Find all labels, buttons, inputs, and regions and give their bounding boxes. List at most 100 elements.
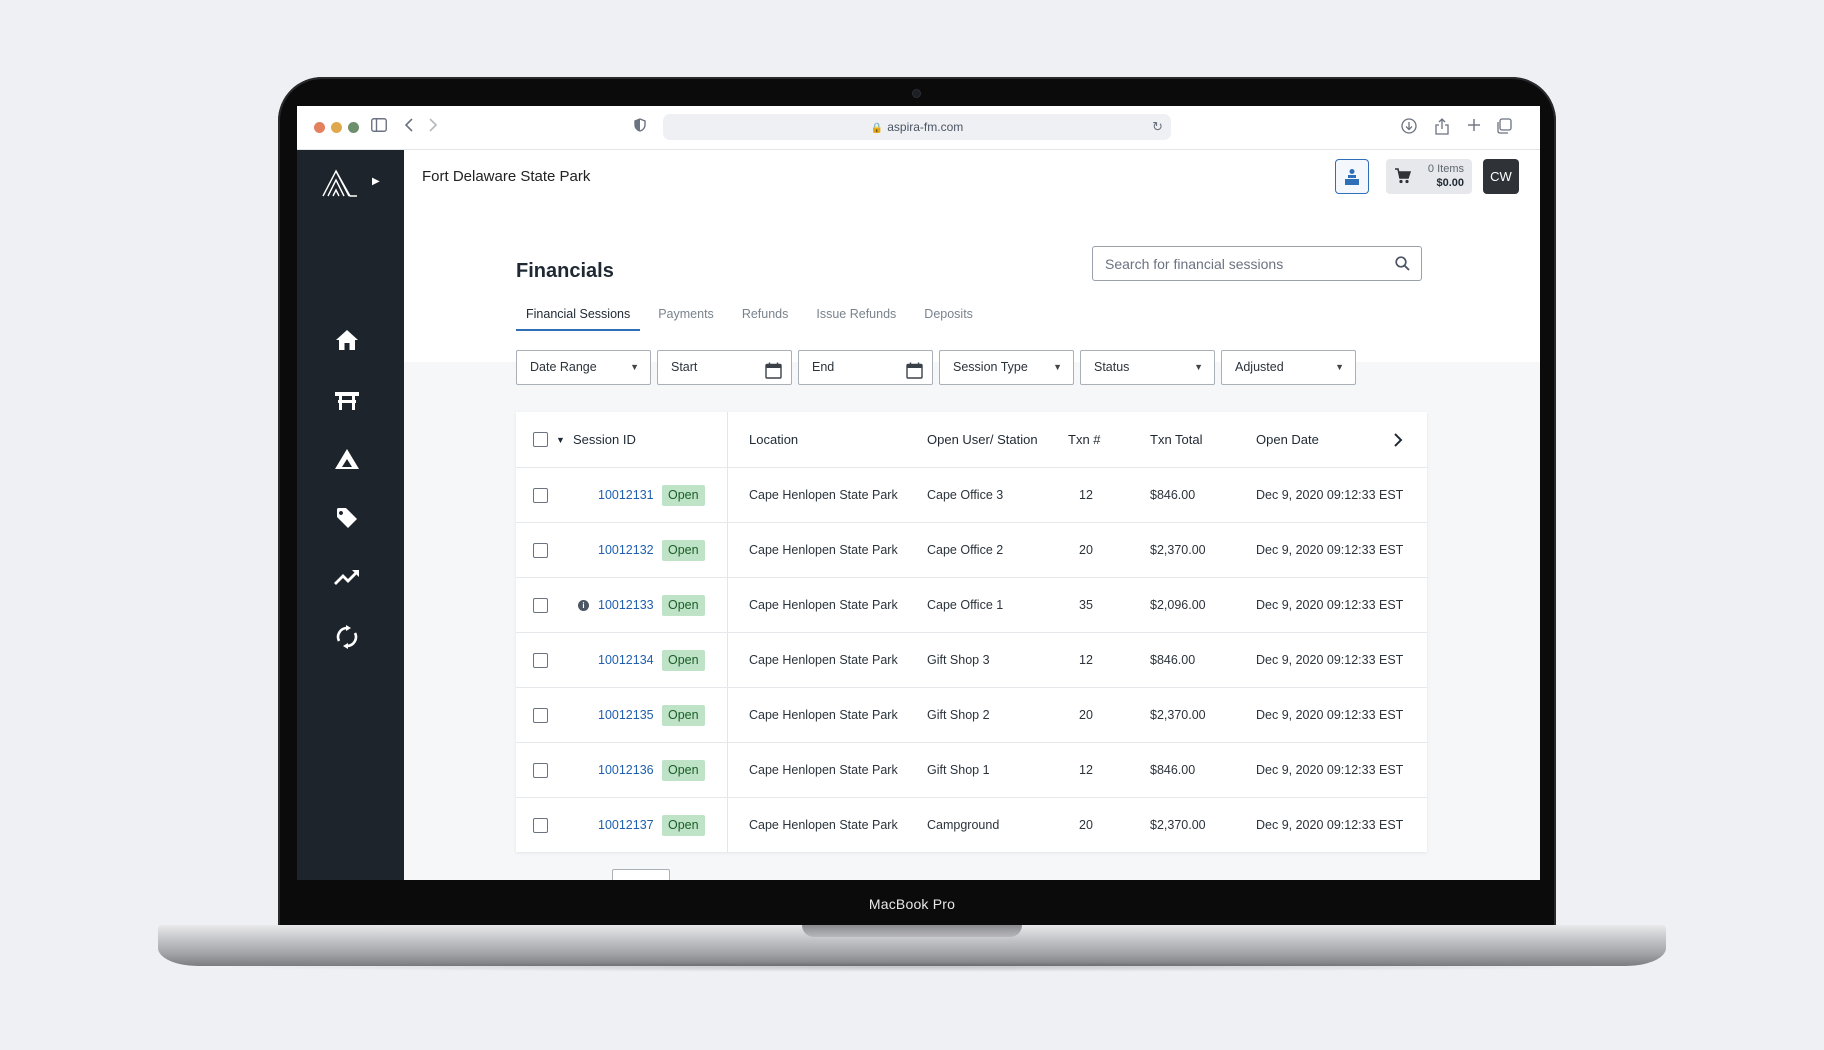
forward-icon[interactable] bbox=[428, 118, 438, 138]
tab-overview-icon[interactable] bbox=[1496, 118, 1512, 140]
nav-facilities[interactable] bbox=[332, 385, 362, 415]
row-checkbox[interactable] bbox=[533, 708, 548, 723]
search-input[interactable] bbox=[1105, 247, 1375, 280]
table-row[interactable]: 10012134 Open Cape Henlopen State Park G… bbox=[516, 633, 1427, 688]
station-cell: Gift Shop 2 bbox=[927, 708, 990, 722]
camera bbox=[913, 90, 920, 97]
table-row[interactable]: i 10012133 Open Cape Henlopen State Park… bbox=[516, 578, 1427, 633]
sidebar-toggle-icon[interactable] bbox=[371, 118, 387, 138]
new-tab-icon[interactable] bbox=[1467, 118, 1481, 138]
cart-total: $0.00 bbox=[1436, 177, 1464, 189]
end-date-field[interactable]: End bbox=[798, 350, 933, 385]
sessions-table: ▼ Session ID Location Open User/ Station… bbox=[516, 412, 1427, 852]
nav-camping[interactable] bbox=[332, 444, 362, 474]
row-checkbox[interactable] bbox=[533, 818, 548, 833]
start-date-field[interactable]: Start bbox=[657, 350, 792, 385]
nav-pricing[interactable] bbox=[332, 503, 362, 533]
start-date-label: Start bbox=[671, 360, 698, 374]
open-date-cell: Dec 9, 2020 09:12:33 EST bbox=[1256, 598, 1404, 612]
reload-icon[interactable]: ↻ bbox=[1152, 114, 1163, 140]
laptop-notch bbox=[802, 925, 1022, 937]
caret-down-icon: ▼ bbox=[1335, 362, 1344, 372]
session-id-link[interactable]: 10012137 bbox=[598, 798, 654, 853]
user-avatar[interactable]: CW bbox=[1483, 159, 1519, 194]
download-icon[interactable] bbox=[1401, 118, 1417, 140]
column-header-txn-count[interactable]: Txn # bbox=[1068, 412, 1101, 468]
tab-issue-refunds[interactable]: Issue Refunds bbox=[806, 301, 906, 331]
table-row[interactable]: 10012136 Open Cape Henlopen State Park G… bbox=[516, 743, 1427, 798]
txn-total-cell: $2,370.00 bbox=[1150, 818, 1206, 832]
end-date-label: End bbox=[812, 360, 835, 374]
agent-station-button[interactable] bbox=[1335, 159, 1369, 194]
zoom-window-button[interactable] bbox=[348, 122, 359, 133]
app-sidebar: ▶ bbox=[297, 150, 404, 880]
column-header-station[interactable]: Open User/ Station bbox=[927, 412, 1038, 468]
location-cell: Cape Henlopen State Park bbox=[749, 818, 898, 832]
calendar-icon[interactable] bbox=[906, 359, 923, 392]
page-title: Financials bbox=[516, 260, 614, 282]
location-cell: Cape Henlopen State Park bbox=[749, 598, 898, 612]
column-header-open-date[interactable]: Open Date bbox=[1256, 412, 1319, 468]
nav-home[interactable] bbox=[332, 325, 362, 355]
bulk-select-dropdown-icon[interactable]: ▼ bbox=[556, 412, 565, 468]
session-type-select[interactable]: Session Type ▼ bbox=[939, 350, 1074, 385]
nav-reports[interactable] bbox=[332, 562, 362, 592]
back-icon[interactable] bbox=[404, 118, 414, 138]
tab-payments[interactable]: Payments bbox=[648, 301, 724, 331]
tab-financial-sessions[interactable]: Financial Sessions bbox=[516, 301, 641, 331]
session-id-link[interactable]: 10012132 bbox=[598, 523, 654, 578]
table-row[interactable]: 10012135 Open Cape Henlopen State Park G… bbox=[516, 688, 1427, 743]
column-header-session-id[interactable]: Session ID bbox=[573, 412, 636, 468]
tab-deposits[interactable]: Deposits bbox=[914, 301, 983, 331]
picnic-table-icon bbox=[335, 392, 359, 410]
row-checkbox[interactable] bbox=[533, 598, 548, 613]
date-range-select[interactable]: Date Range ▼ bbox=[516, 350, 651, 385]
privacy-shield-icon[interactable] bbox=[634, 118, 646, 138]
row-checkbox[interactable] bbox=[533, 488, 548, 503]
session-id-link[interactable]: 10012136 bbox=[598, 743, 654, 798]
tab-refunds[interactable]: Refunds bbox=[732, 301, 799, 331]
calendar-icon[interactable] bbox=[765, 359, 782, 392]
cart-icon bbox=[1395, 168, 1412, 189]
column-header-location[interactable]: Location bbox=[749, 412, 798, 468]
txn-total-cell: $846.00 bbox=[1150, 653, 1196, 667]
row-checkbox[interactable] bbox=[533, 653, 548, 668]
minimize-window-button[interactable] bbox=[331, 122, 342, 133]
status-badge: Open bbox=[662, 650, 705, 671]
status-select[interactable]: Status ▼ bbox=[1080, 350, 1215, 385]
session-type-label: Session Type bbox=[953, 360, 1028, 374]
session-id-link[interactable]: 10012135 bbox=[598, 688, 654, 743]
status-badge: Open bbox=[662, 595, 705, 616]
location-cell: Cape Henlopen State Park bbox=[749, 488, 898, 502]
select-all-checkbox[interactable] bbox=[533, 432, 548, 447]
session-id-link[interactable]: 10012133 bbox=[598, 578, 654, 633]
status-badge: Open bbox=[662, 540, 705, 561]
address-bar[interactable]: 🔒 aspira-fm.com ↻ bbox=[663, 114, 1171, 140]
search-icon[interactable] bbox=[1395, 256, 1410, 276]
share-icon[interactable] bbox=[1435, 118, 1449, 141]
txn-total-cell: $846.00 bbox=[1150, 488, 1196, 502]
txn-total-cell: $2,370.00 bbox=[1150, 543, 1206, 557]
session-id-link[interactable]: 10012131 bbox=[598, 468, 654, 523]
status-badge: Open bbox=[662, 760, 705, 781]
aspira-logo[interactable] bbox=[322, 169, 358, 202]
table-row[interactable]: 10012131 Open Cape Henlopen State Park C… bbox=[516, 468, 1427, 523]
info-icon[interactable]: i bbox=[578, 600, 589, 611]
column-header-txn-total[interactable]: Txn Total bbox=[1150, 412, 1203, 468]
location-cell: Cape Henlopen State Park bbox=[749, 708, 898, 722]
rows-per-page-select[interactable] bbox=[612, 869, 670, 880]
row-checkbox[interactable] bbox=[533, 543, 548, 558]
cart-button[interactable]: 0 Items $0.00 bbox=[1386, 159, 1472, 194]
nav-sync[interactable] bbox=[332, 622, 362, 652]
table-row[interactable]: 10012132 Open Cape Henlopen State Park C… bbox=[516, 523, 1427, 578]
close-window-button[interactable] bbox=[314, 122, 325, 133]
screen: 🔒 aspira-fm.com ↻ ▶ Fort Delaware State … bbox=[297, 106, 1540, 880]
adjusted-select[interactable]: Adjusted ▼ bbox=[1221, 350, 1356, 385]
session-id-link[interactable]: 10012134 bbox=[598, 633, 654, 688]
table-row[interactable]: 10012137 Open Cape Henlopen State Park C… bbox=[516, 798, 1427, 853]
cart-item-count: 0 Items bbox=[1427, 163, 1464, 175]
row-checkbox[interactable] bbox=[533, 763, 548, 778]
expand-sidebar-icon[interactable]: ▶ bbox=[372, 176, 380, 187]
chevron-right-icon[interactable] bbox=[1393, 412, 1403, 468]
location-cell: Cape Henlopen State Park bbox=[749, 653, 898, 667]
